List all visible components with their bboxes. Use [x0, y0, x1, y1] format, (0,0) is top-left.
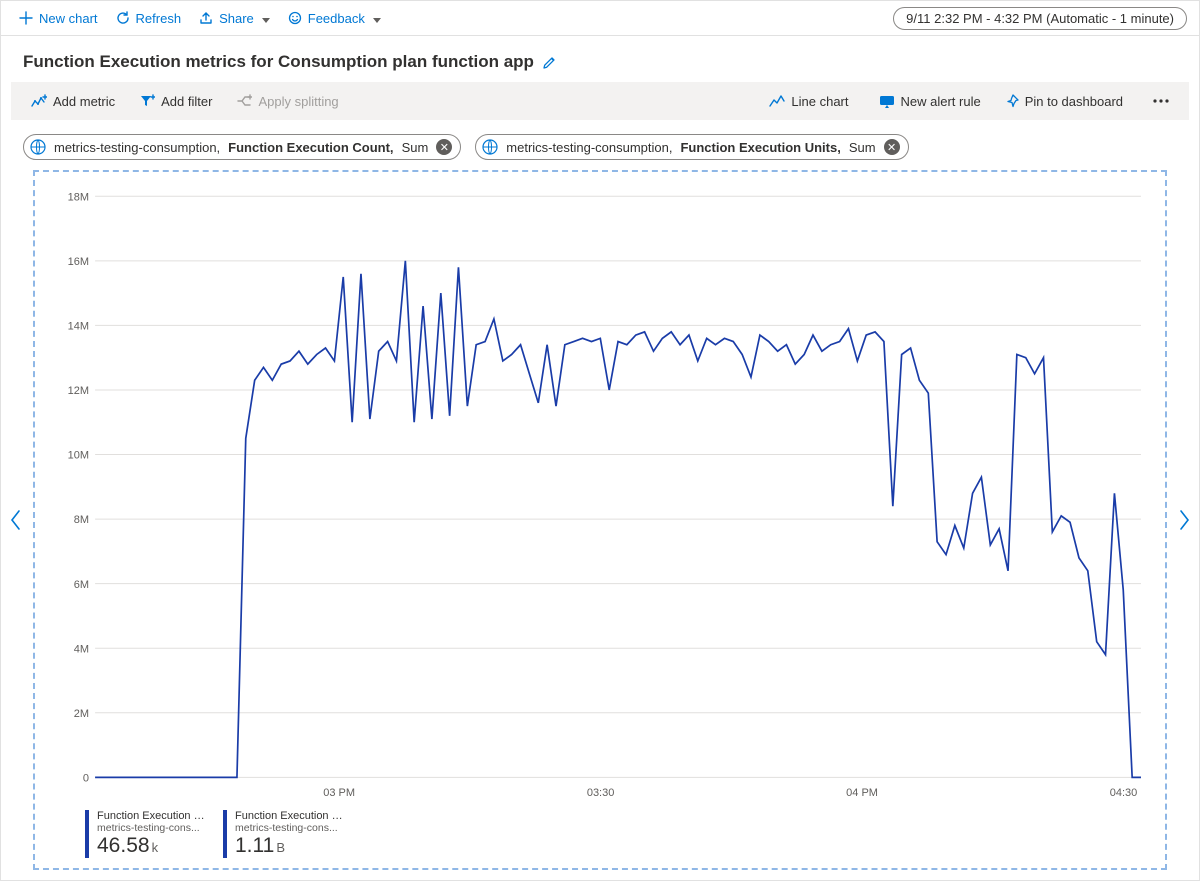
metric-pill[interactable]: metrics-testing-consumption, Function Ex…	[475, 134, 908, 160]
share-icon	[199, 11, 213, 25]
resource-icon	[482, 139, 498, 155]
top-toolbar: New chart Refresh Share Feedback 9/11 2:…	[1, 1, 1199, 36]
new-alert-label: New alert rule	[901, 94, 981, 109]
new-alert-button[interactable]: New alert rule	[869, 89, 991, 114]
apply-splitting-button: Apply splitting	[226, 89, 348, 114]
pill-metric: Function Execution Count,	[228, 140, 393, 155]
filter-icon	[139, 94, 155, 108]
plot-area[interactable]: 0 2M 4M 6M 8M 10M 12M 14M 16M 18M 03 PM 03:30 04 PM 0…	[49, 186, 1151, 802]
pin-dashboard-label: Pin to dashboard	[1025, 94, 1123, 109]
plus-icon	[19, 11, 33, 25]
add-metric-icon	[31, 94, 47, 108]
svg-text:04 PM: 04 PM	[846, 787, 878, 799]
add-filter-button[interactable]: Add filter	[129, 89, 222, 114]
svg-text:16M: 16M	[68, 256, 89, 268]
svg-text:14M: 14M	[68, 320, 89, 332]
pin-dashboard-button[interactable]: Pin to dashboard	[995, 89, 1139, 114]
share-label: Share	[219, 11, 254, 26]
pill-resource: metrics-testing-consumption,	[54, 140, 220, 155]
svg-text:03 PM: 03 PM	[323, 787, 355, 799]
feedback-label: Feedback	[308, 11, 365, 26]
svg-text:12M: 12M	[68, 385, 89, 397]
metric-pills-row: metrics-testing-consumption, Function Ex…	[1, 120, 1199, 170]
close-icon[interactable]: ✕	[884, 139, 900, 155]
svg-text:03:30: 03:30	[587, 787, 615, 799]
pin-icon	[1005, 94, 1019, 108]
pill-agg: Sum	[402, 140, 429, 155]
add-metric-label: Add metric	[53, 94, 115, 109]
feedback-button[interactable]: Feedback	[282, 7, 387, 30]
share-button[interactable]: Share	[193, 7, 276, 30]
refresh-label: Refresh	[136, 11, 182, 26]
svg-text:04:30: 04:30	[1110, 787, 1138, 799]
svg-text:8M: 8M	[74, 514, 89, 526]
chart-shell: 0 2M 4M 6M 8M 10M 12M 14M 16M 18M 03 PM 03:30 04 PM 0…	[11, 170, 1189, 870]
alert-icon	[879, 95, 895, 108]
more-menu-button[interactable]	[1143, 94, 1179, 108]
new-chart-label: New chart	[39, 11, 98, 26]
svg-text:4M: 4M	[74, 643, 89, 655]
stat-name: Function Execution C...	[97, 810, 205, 822]
close-icon[interactable]: ✕	[436, 139, 452, 155]
stat-unit: B	[276, 840, 285, 855]
more-icon	[1153, 99, 1169, 103]
stat-unit: k	[152, 840, 159, 855]
stat-name: Function Execution U...	[235, 810, 343, 822]
time-range-picker[interactable]: 9/11 2:32 PM - 4:32 PM (Automatic - 1 mi…	[893, 7, 1187, 30]
line-chart-svg: 0 2M 4M 6M 8M 10M 12M 14M 16M 18M 03 PM 03:30 04 PM 0…	[49, 186, 1151, 802]
metric-toolbar: Add metric Add filter Apply splitting Li…	[11, 82, 1189, 120]
pill-resource: metrics-testing-consumption,	[506, 140, 672, 155]
chart-type-label: Line chart	[791, 94, 848, 109]
stat-value: 1.11	[235, 834, 274, 857]
stat-sub: metrics-testing-cons...	[97, 822, 205, 834]
chart-type-dropdown[interactable]: Line chart	[759, 89, 864, 114]
split-icon	[236, 94, 252, 108]
refresh-icon	[116, 11, 130, 25]
metrics-page: New chart Refresh Share Feedback 9/11 2:…	[0, 0, 1200, 881]
next-chart-arrow[interactable]	[1177, 509, 1191, 531]
stat-sub: metrics-testing-cons...	[235, 822, 343, 834]
svg-text:0: 0	[83, 772, 89, 784]
stat-value: 46.58	[97, 834, 150, 857]
edit-pencil-icon[interactable]	[542, 55, 557, 70]
metric-pill[interactable]: metrics-testing-consumption, Function Ex…	[23, 134, 461, 160]
add-filter-label: Add filter	[161, 94, 212, 109]
title-row: Function Execution metrics for Consumpti…	[1, 36, 1199, 82]
prev-chart-arrow[interactable]	[9, 509, 23, 531]
chart-container: 0 2M 4M 6M 8M 10M 12M 14M 16M 18M 03 PM 03:30 04 PM 0…	[33, 170, 1167, 870]
apply-splitting-label: Apply splitting	[258, 94, 338, 109]
legend-stat[interactable]: Function Execution U... metrics-testing-…	[223, 810, 343, 858]
svg-text:6M: 6M	[74, 579, 89, 591]
pill-agg: Sum	[849, 140, 876, 155]
legend-stats: Function Execution C... metrics-testing-…	[49, 802, 1151, 864]
pill-metric: Function Execution Units,	[680, 140, 840, 155]
resource-icon	[30, 139, 46, 155]
new-chart-button[interactable]: New chart	[13, 7, 104, 30]
chevron-down-icon	[371, 11, 381, 26]
add-metric-button[interactable]: Add metric	[21, 89, 125, 114]
chevron-down-icon	[260, 11, 270, 26]
smile-icon	[288, 11, 302, 25]
svg-text:10M: 10M	[68, 450, 89, 462]
svg-text:2M: 2M	[74, 708, 89, 720]
legend-stat[interactable]: Function Execution C... metrics-testing-…	[85, 810, 205, 858]
time-range-label: 9/11 2:32 PM - 4:32 PM (Automatic - 1 mi…	[906, 11, 1174, 26]
line-chart-icon	[769, 94, 785, 108]
svg-text:18M: 18M	[68, 191, 89, 203]
page-title: Function Execution metrics for Consumpti…	[23, 52, 534, 72]
refresh-button[interactable]: Refresh	[110, 7, 188, 30]
